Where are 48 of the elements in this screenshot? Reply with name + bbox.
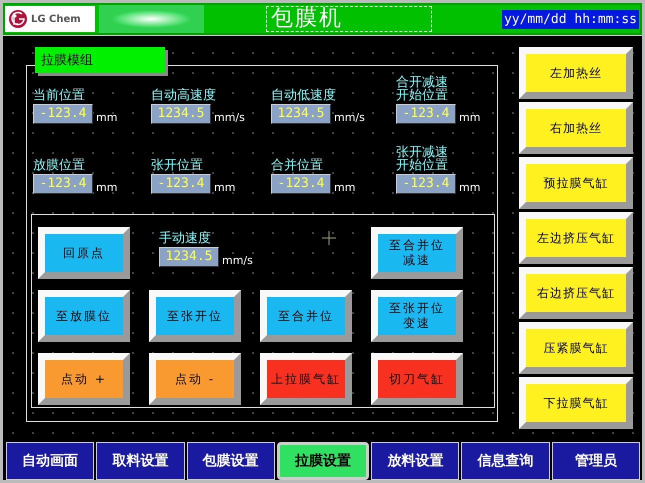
- date-time: yy/mm/dd hh:mm:ss: [502, 10, 639, 28]
- field-label: 自动高速度: [151, 87, 217, 102]
- command-button[interactable]: 至放膜位: [38, 290, 130, 342]
- command-button[interactable]: 点动 +: [38, 353, 130, 405]
- logo: LG Chem: [5, 6, 95, 32]
- command-button[interactable]: 点动 -: [149, 353, 241, 405]
- nav-tab[interactable]: 包膜设置: [186, 442, 275, 480]
- nav-tab[interactable]: 放料设置: [371, 442, 460, 480]
- field-label: 张开位置: [151, 157, 204, 172]
- field-label: 当前位置: [33, 87, 86, 102]
- command-button[interactable]: 上拉膜气缸: [260, 353, 352, 405]
- crosshair-icon: [322, 231, 336, 245]
- unit-label: mm/s: [214, 111, 245, 124]
- unit-label: mm: [96, 181, 118, 194]
- unit-label: mm: [214, 181, 236, 194]
- field-label: 张开减速开始位置: [396, 144, 449, 172]
- command-button[interactable]: 左边挤压气缸: [519, 212, 633, 264]
- nav-tab[interactable]: 自动画面: [6, 442, 94, 480]
- group-title: 拉膜模组: [35, 47, 165, 73]
- command-button[interactable]: 至合并位: [260, 290, 352, 342]
- field-label: 放膜位置: [33, 157, 86, 172]
- unit-label: mm: [96, 111, 118, 124]
- command-button[interactable]: 压紧膜气缸: [519, 322, 633, 374]
- command-button[interactable]: 左加热丝: [519, 47, 633, 99]
- command-button[interactable]: 右边挤压气缸: [519, 267, 633, 319]
- unit-label: mm: [459, 181, 480, 194]
- command-button[interactable]: 预拉膜气缸: [519, 157, 633, 209]
- command-button[interactable]: 至张开位变速: [371, 290, 463, 342]
- command-button[interactable]: 下拉膜气缸: [519, 377, 633, 429]
- command-button[interactable]: 至合并位减速: [371, 227, 463, 279]
- nav-tab[interactable]: 信息查询: [461, 442, 550, 480]
- unit-label: mm: [334, 181, 356, 194]
- command-button[interactable]: 右加热丝: [519, 102, 633, 154]
- unit-label: mm/s: [222, 254, 253, 267]
- nav-tab[interactable]: 取料设置: [96, 442, 185, 480]
- unit-label: mm/s: [334, 111, 365, 124]
- logo-icon: [8, 9, 28, 29]
- field-label: 合并位置: [271, 157, 324, 172]
- nav-tab[interactable]: 管理员: [552, 442, 640, 480]
- command-button[interactable]: 切刀气缸: [371, 353, 463, 405]
- field-label: 手动速度: [159, 230, 211, 245]
- field-label: 合开减速开始位置: [396, 74, 449, 102]
- command-button[interactable]: 至张开位: [149, 290, 241, 342]
- window-title: 包膜机: [266, 6, 432, 32]
- unit-label: mm: [459, 111, 480, 124]
- field-label: 自动低速度: [271, 87, 337, 102]
- nav-tab[interactable]: 拉膜设置: [276, 442, 370, 480]
- command-button[interactable]: 回原点: [38, 227, 130, 279]
